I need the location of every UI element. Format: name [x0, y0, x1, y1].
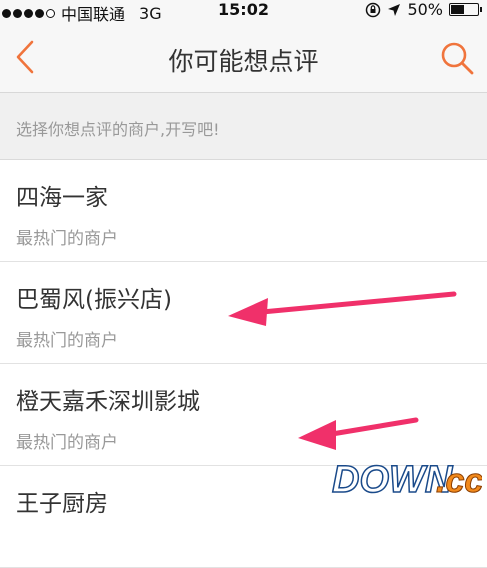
watermark-logo: DOWN .cc: [331, 458, 482, 502]
battery-percent: 50%: [407, 0, 443, 19]
watermark-suffix: .cc: [436, 462, 482, 500]
shop-name: 橙天嘉禾深圳影城: [16, 389, 200, 415]
shop-subtitle: 最热门的商户: [16, 331, 118, 351]
battery-icon: [449, 3, 482, 16]
rotation-lock-icon: [366, 2, 381, 17]
shop-name: 巴蜀风(振兴店): [16, 287, 172, 313]
search-icon[interactable]: [439, 40, 475, 76]
hint-text: 选择你想点评的商户,开写吧!: [16, 120, 220, 139]
shop-name: 王子厨房: [16, 491, 108, 517]
status-bar: 中国联通 3G 15:02 50%: [0, 0, 487, 24]
page-title: 你可能想点评: [168, 47, 319, 76]
list-item[interactable]: 四海一家 最热门的商户: [0, 160, 487, 262]
location-arrow-icon: [388, 3, 401, 16]
status-right: 50%: [365, 0, 482, 19]
hint-banner: 选择你想点评的商户,开写吧!: [0, 93, 487, 160]
shop-name: 四海一家: [16, 185, 108, 211]
list-item[interactable]: 巴蜀风(振兴店) 最热门的商户: [0, 262, 487, 364]
shop-subtitle: 最热门的商户: [16, 229, 118, 249]
shop-subtitle: 最热门的商户: [16, 433, 118, 453]
list-item[interactable]: 橙天嘉禾深圳影城 最热门的商户: [0, 364, 487, 466]
back-chevron-icon[interactable]: [10, 39, 40, 75]
navigation-bar: 你可能想点评: [0, 22, 487, 93]
shop-list: 四海一家 最热门的商户 巴蜀风(振兴店) 最热门的商户 橙天嘉禾深圳影城 最热门…: [0, 160, 487, 568]
